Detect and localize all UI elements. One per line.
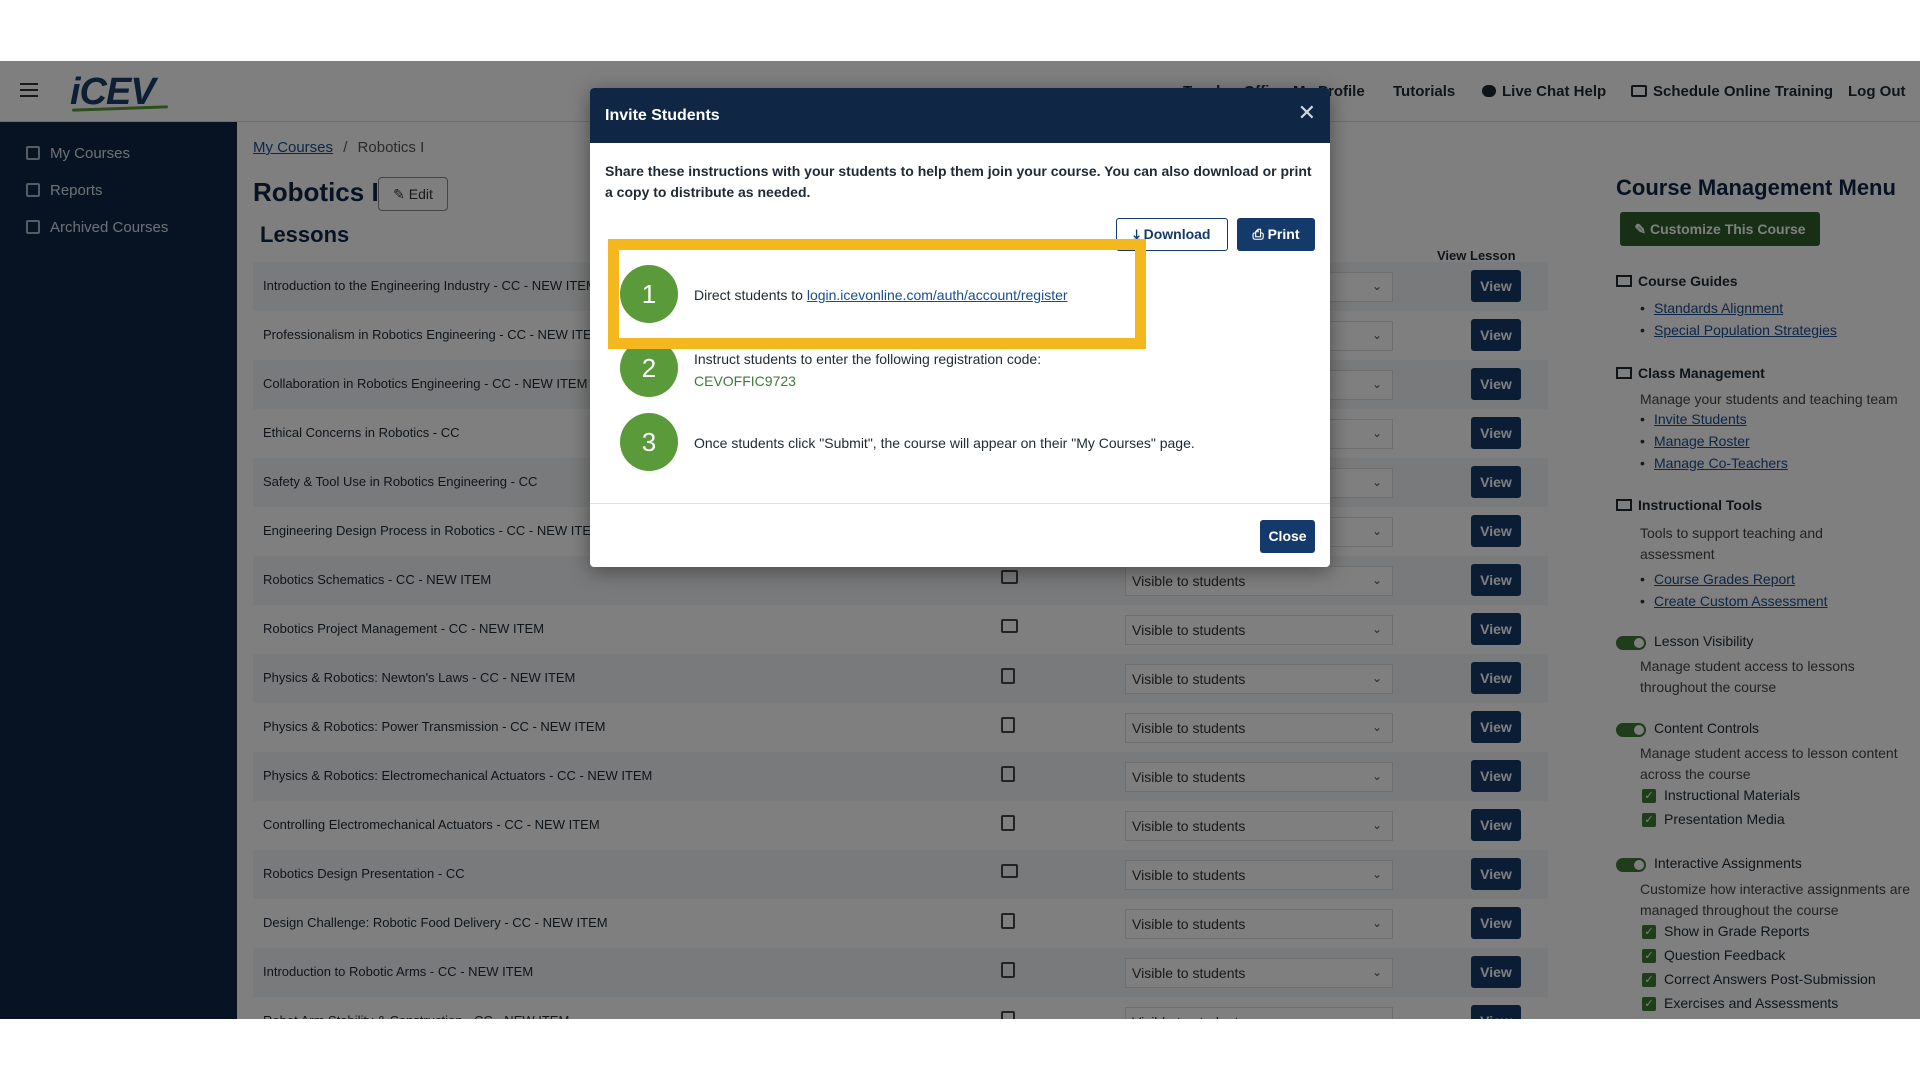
print-button[interactable]: ⎙ Print: [1237, 218, 1315, 251]
close-icon[interactable]: ✕: [1298, 102, 1316, 124]
printer-icon: ⎙: [1252, 226, 1268, 242]
download-label: Download: [1143, 226, 1211, 242]
close-button[interactable]: Close: [1260, 520, 1315, 553]
print-label: Print: [1267, 226, 1300, 242]
highlight-annotation: [608, 239, 1146, 349]
modal-title: Invite Students: [605, 107, 720, 124]
step-2-text: Instruct students to enter the following…: [694, 351, 1042, 367]
modal-description: Share these instructions with your stude…: [605, 163, 1312, 200]
step-3-text: Once students click "Submit", the course…: [694, 435, 1195, 451]
registration-code: CEVOFFIC9723: [694, 373, 796, 389]
modal-divider: [590, 503, 1330, 504]
step-3-number: 3: [620, 413, 678, 471]
app-window: iCEV Teacher Office My Profile Tutorials…: [0, 61, 1920, 1019]
modal-header: Invite Students ✕: [590, 88, 1330, 143]
